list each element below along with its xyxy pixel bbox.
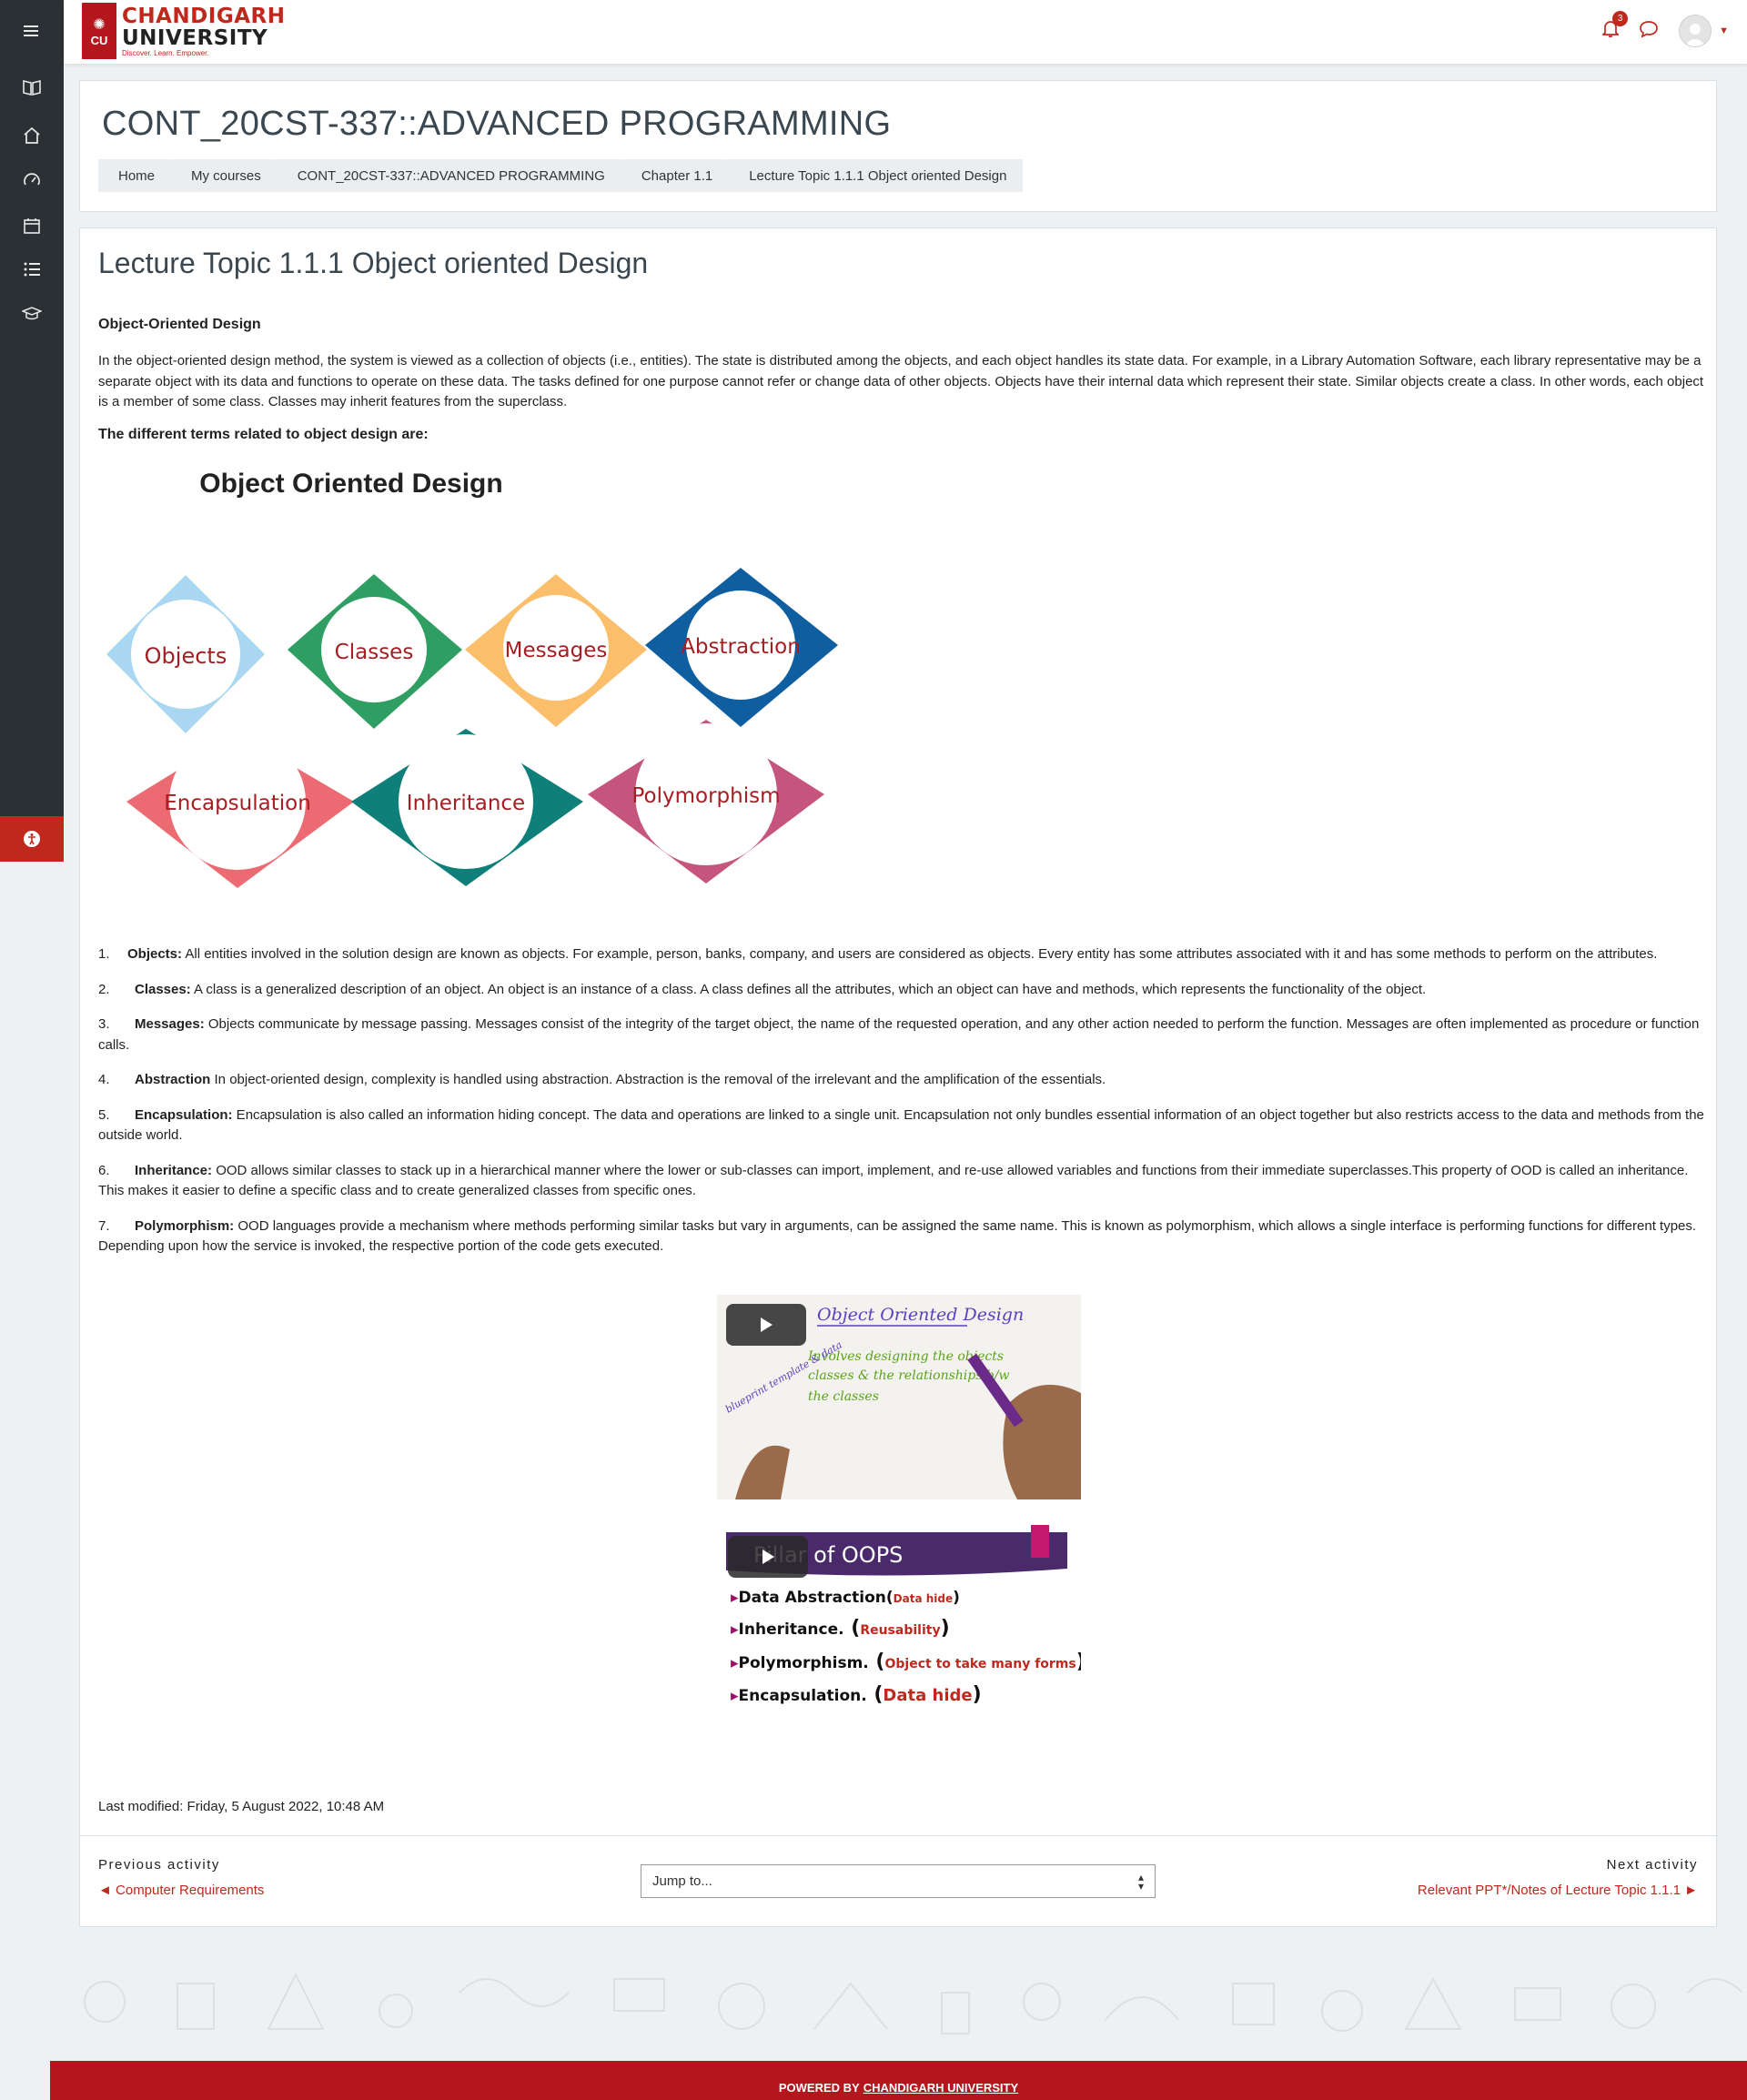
list-item: 2. Classes: A class is a generalized desc…: [98, 981, 1427, 997]
diagram-item-abstraction: Abstraction: [645, 568, 838, 727]
avatar: [1679, 15, 1712, 47]
dashboard-icon[interactable]: [0, 158, 64, 202]
diagram-item-objects: Objects: [106, 575, 265, 733]
diagram-title: Object Oriented Design: [199, 469, 502, 499]
select-arrows-icon: ▴ ▾: [1137, 1871, 1144, 1893]
footer-university-link[interactable]: CHANDIGARH UNIVERSITY: [863, 2081, 1018, 2095]
list-item: 7. Polymorphism: OOD languages provide a …: [98, 1217, 1697, 1255]
diagram-label-abstraction: Abstraction: [681, 635, 801, 659]
site-footer: POWERED BY CHANDIGARH UNIVERSITY: [50, 2061, 1747, 2100]
logo-tagline: Discover. Learn. Empower.: [122, 48, 209, 57]
graduation-cap-icon[interactable]: [0, 292, 64, 336]
breadcrumb-chapter[interactable]: Chapter 1.1: [619, 159, 737, 192]
video-player-ood[interactable]: Object Oriented Design Involves designin…: [717, 1295, 1081, 1499]
accessibility-button[interactable]: [0, 816, 64, 862]
svg-text:▸Encapsulation. (Data hide): ▸Encapsulation. (Data hide): [731, 1683, 982, 1706]
accessibility-icon: [24, 831, 40, 847]
ood-diagram: Object Oriented Design Objects Classes M…: [96, 451, 843, 911]
footer-prefix: POWERED BY: [778, 2081, 860, 2095]
list-item: 5. Encapsulation: Encapsulation is also c…: [98, 1106, 1704, 1144]
university-logo[interactable]: ✺ CU CHANDIGARH UNIVERSITY Discover. Lear…: [82, 3, 285, 59]
user-menu[interactable]: ▼: [1679, 15, 1729, 47]
list-item: 3. Messages: Objects communicate by messa…: [98, 1016, 1700, 1053]
chevron-down-icon: ▼: [1719, 25, 1729, 36]
logo-line2: UNIVERSITY: [122, 25, 268, 50]
logo-emblem: ✺ CU: [82, 3, 116, 59]
diagram-item-polymorphism: Polymorphism: [588, 720, 824, 883]
diagram-item-inheritance: Inheritance: [351, 729, 583, 886]
jump-to-value: Jump to...: [652, 1873, 712, 1889]
top-navbar: ✺ CU CHANDIGARH UNIVERSITY Discover. Lear…: [64, 0, 1747, 64]
last-modified: Last modified: Friday, 5 August 2022, 10…: [98, 1799, 385, 1814]
previous-activity-link[interactable]: ◄ Computer Requirements: [98, 1883, 264, 1898]
diagram-label-objects: Objects: [145, 643, 227, 669]
diagram-label-inheritance: Inheritance: [407, 792, 525, 815]
diagram-item-encapsulation: Encapsulation: [126, 733, 354, 888]
diagram-label-polymorphism: Polymorphism: [631, 784, 780, 808]
list-item: 6. Inheritance: OOD allows similar classe…: [98, 1162, 1689, 1199]
course-title: CONT_20CST-337::ADVANCED PROGRAMMING: [102, 105, 892, 143]
next-activity-link[interactable]: Relevant PPT*/Notes of Lecture Topic 1.1…: [1418, 1883, 1698, 1898]
breadcrumb-my-courses[interactable]: My courses: [169, 159, 285, 192]
breadcrumb: Home My courses CONT_20CST-337::ADVANCED…: [98, 159, 1024, 192]
jump-to-select[interactable]: Jump to... ▴ ▾: [641, 1864, 1156, 1898]
notification-count-badge: 3: [1612, 10, 1629, 26]
diagram-item-classes: Classes: [288, 574, 462, 729]
play-button[interactable]: [726, 1304, 806, 1346]
play-icon: [761, 1318, 773, 1332]
breadcrumb-home[interactable]: Home: [98, 159, 179, 192]
logo-line1: CHANDIGARH: [122, 4, 286, 28]
hamburger-menu-icon[interactable]: [0, 9, 64, 53]
footer-doodle-pattern: [50, 1956, 1747, 2061]
divider: [80, 1835, 1718, 1836]
section-heading: Object-Oriented Design: [98, 317, 261, 332]
terms-list: 1. Objects: All entities involved in the …: [98, 944, 1704, 1272]
play-icon: [762, 1550, 774, 1564]
chat-bubble-icon: [1640, 20, 1658, 38]
diagram-label-classes: Classes: [335, 641, 414, 664]
svg-text:the classes: the classes: [808, 1389, 879, 1404]
messages-button[interactable]: [1639, 20, 1659, 43]
breadcrumb-current-page[interactable]: Lecture Topic 1.1.1 Object oriented Desi…: [727, 159, 1023, 192]
previous-activity-label: Previous activity: [98, 1857, 220, 1873]
page-title: Lecture Topic 1.1.1 Object oriented Desi…: [98, 247, 649, 279]
list-item: 4. Abstraction In object-oriented design,…: [98, 1072, 1106, 1087]
list-item: 1. Objects: All entities involved in the …: [98, 946, 1658, 962]
diagram-item-messages: Messages: [465, 574, 647, 727]
page-header: CONT_20CST-337::ADVANCED PROGRAMMING Hom…: [79, 80, 1717, 212]
book-icon[interactable]: [0, 66, 64, 109]
calendar-icon[interactable]: [0, 204, 64, 247]
intro-paragraph: In the object-oriented design method, th…: [98, 353, 1704, 409]
video-player-pillars[interactable]: Pillar of OOPS ▸Data Abstraction(Data hi…: [717, 1525, 1081, 1725]
play-button[interactable]: [728, 1536, 808, 1578]
main-content: Lecture Topic 1.1.1 Object oriented Desi…: [79, 227, 1718, 1927]
left-sidebar: [0, 0, 64, 862]
breadcrumb-course[interactable]: CONT_20CST-337::ADVANCED PROGRAMMING: [275, 159, 629, 192]
notifications-button[interactable]: 3: [1601, 10, 1629, 43]
list-icon[interactable]: [0, 247, 64, 291]
diagram-label-messages: Messages: [505, 639, 608, 662]
home-icon[interactable]: [0, 114, 64, 157]
next-activity-label: Next activity: [1606, 1857, 1698, 1873]
diagram-label-encapsulation: Encapsulation: [164, 792, 311, 815]
terms-heading: The different terms related to object de…: [98, 427, 429, 442]
svg-text:Object Oriented Design: Object Oriented Design: [817, 1305, 1024, 1325]
